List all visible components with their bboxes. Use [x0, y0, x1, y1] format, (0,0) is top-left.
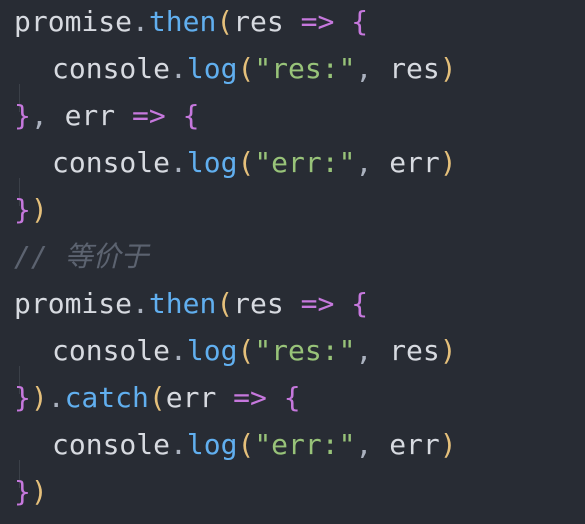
token-comma: ,	[355, 52, 373, 85]
token-comma: ,	[30, 99, 48, 132]
token-brace: {	[283, 381, 301, 414]
token-dot: .	[170, 52, 187, 85]
token-method: log	[186, 146, 238, 179]
token-string: "err:"	[254, 146, 356, 179]
token-method: then	[148, 287, 217, 320]
token-identifier: console	[52, 334, 171, 367]
token-method: log	[186, 334, 238, 367]
token-identifier: promise	[14, 287, 133, 320]
code-line-7: promise.then(res => {	[14, 284, 368, 324]
token-method: catch	[64, 381, 149, 414]
token-identifier: console	[52, 428, 171, 461]
token-param: res	[233, 5, 284, 38]
token-comment: // 等价于	[14, 240, 149, 273]
token-paren: (	[237, 52, 255, 85]
token-paren: )	[30, 381, 48, 414]
token-paren: (	[216, 287, 234, 320]
token-paren: )	[439, 428, 457, 461]
code-line-9: }).catch(err => {	[14, 378, 301, 418]
token-param: err	[64, 99, 116, 132]
token-string: "res:"	[254, 52, 356, 85]
token-paren: )	[30, 193, 48, 226]
token-paren: )	[439, 52, 457, 85]
code-line-3: }, err => {	[14, 96, 199, 136]
token-dot: .	[47, 381, 65, 414]
token-param: err	[165, 381, 217, 414]
token-param: res	[233, 287, 284, 320]
code-line-5: })	[14, 190, 48, 230]
token-arrow: =>	[300, 5, 335, 38]
token-paren: )	[30, 475, 48, 508]
token-brace: {	[351, 5, 369, 38]
token-identifier: promise	[14, 5, 133, 38]
token-method: log	[186, 52, 238, 85]
code-line-4: console.log("err:", err)	[14, 143, 457, 206]
token-brace: }	[14, 475, 31, 508]
code-line-8: console.log("res:", res)	[14, 331, 457, 394]
token-method: log	[186, 428, 238, 461]
token-dot: .	[170, 146, 187, 179]
token-paren: (	[237, 146, 255, 179]
token-arg: res	[389, 334, 440, 367]
token-dot: .	[132, 5, 149, 38]
token-arrow: =>	[233, 381, 267, 414]
token-arg: err	[389, 146, 440, 179]
token-brace: {	[351, 287, 369, 320]
code-line-2: console.log("res:", res)	[14, 49, 457, 112]
code-line-10: console.log("err:", err)	[14, 425, 457, 488]
code-line-11: })	[14, 472, 48, 512]
token-arg: res	[389, 52, 440, 85]
token-comma: ,	[355, 428, 373, 461]
token-arrow: =>	[300, 287, 335, 320]
token-paren: )	[439, 334, 457, 367]
token-comma: ,	[355, 334, 373, 367]
token-arrow: =>	[132, 99, 166, 132]
code-line-1: promise.then(res => {	[14, 2, 368, 42]
token-brace: {	[182, 99, 200, 132]
code-editor[interactable]: promise.then(res => { console.log("res:"…	[0, 0, 585, 524]
token-brace: }	[14, 99, 31, 132]
token-paren: (	[216, 5, 234, 38]
token-comma: ,	[355, 146, 373, 179]
token-paren: (	[237, 428, 255, 461]
token-dot: .	[170, 334, 187, 367]
token-paren: (	[148, 381, 166, 414]
token-paren: (	[237, 334, 255, 367]
token-string: "res:"	[254, 334, 356, 367]
token-identifier: console	[52, 52, 171, 85]
token-identifier: console	[52, 146, 171, 179]
token-method: then	[148, 5, 217, 38]
token-brace: }	[14, 381, 31, 414]
token-arg: err	[389, 428, 440, 461]
token-paren: )	[439, 146, 457, 179]
token-dot: .	[132, 287, 149, 320]
code-line-6: // 等价于	[14, 237, 149, 277]
token-string: "err:"	[254, 428, 356, 461]
token-brace: }	[14, 193, 31, 226]
token-dot: .	[170, 428, 187, 461]
